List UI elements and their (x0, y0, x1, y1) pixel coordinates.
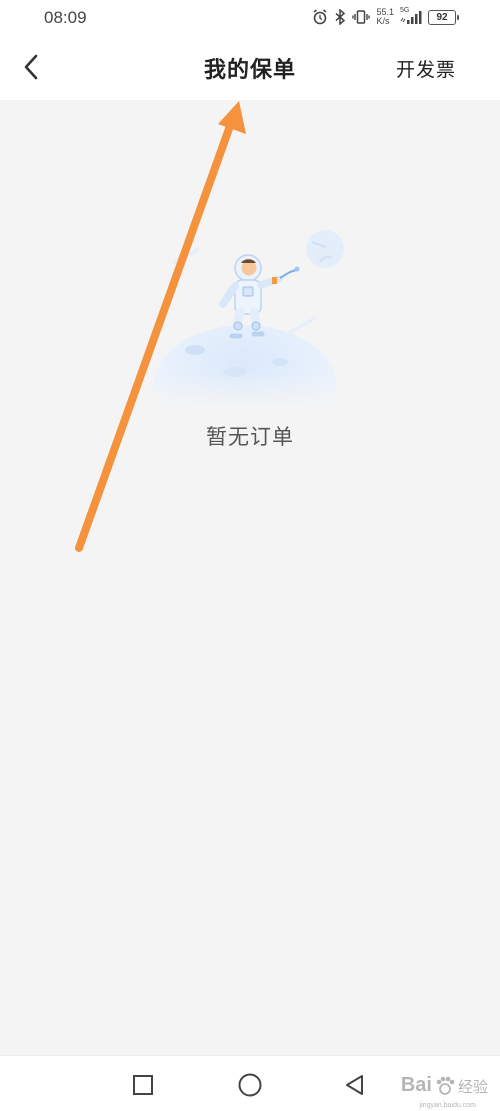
net-speed: 55.1 K/s (376, 8, 394, 26)
battery-level: 92 (436, 11, 448, 23)
recent-apps-button[interactable] (126, 1068, 160, 1102)
status-bar: 08:09 55.1 K/s 5G 92 (0, 0, 500, 34)
bluetooth-icon (334, 9, 346, 25)
watermark: Bai 经验 (401, 1074, 488, 1097)
net-speed-unit: K/s (376, 16, 390, 26)
empty-message: 暂无订单 (206, 425, 294, 449)
system-nav-bar: Bai 经验 jingyan.baidu.com (0, 1055, 500, 1111)
back-nav-button[interactable] (338, 1068, 372, 1102)
back-button[interactable] (16, 52, 46, 82)
back-icon (346, 1075, 363, 1095)
status-icons: 55.1 K/s 5G 92 (312, 6, 459, 28)
screen: 08:09 55.1 K/s 5G 92 我的保单 开发票 暂无订单 Bai 经… (0, 0, 500, 1111)
home-icon (238, 1073, 262, 1097)
status-time: 08:09 (44, 8, 87, 27)
issue-invoice-button[interactable]: 开发票 (396, 55, 456, 82)
header: 我的保单 开发票 (0, 34, 500, 100)
watermark-suffix: 经验 (457, 1078, 488, 1096)
recent-apps-icon (133, 1075, 153, 1095)
paw-icon (436, 1076, 455, 1095)
chevron-left-icon (24, 54, 38, 80)
home-button[interactable] (233, 1068, 267, 1102)
alarm-icon (312, 9, 328, 25)
vibrate-icon (352, 9, 371, 25)
annotation-arrow (75, 101, 246, 552)
watermark-brand: Bai (400, 1074, 432, 1096)
astronaut-illustration (140, 230, 350, 412)
battery-icon: 92 (428, 9, 459, 25)
watermark-url: jingyan.baidu.com (419, 1102, 476, 1109)
signal-label: 5G (400, 7, 410, 14)
signal-icon: 5G (400, 7, 422, 25)
